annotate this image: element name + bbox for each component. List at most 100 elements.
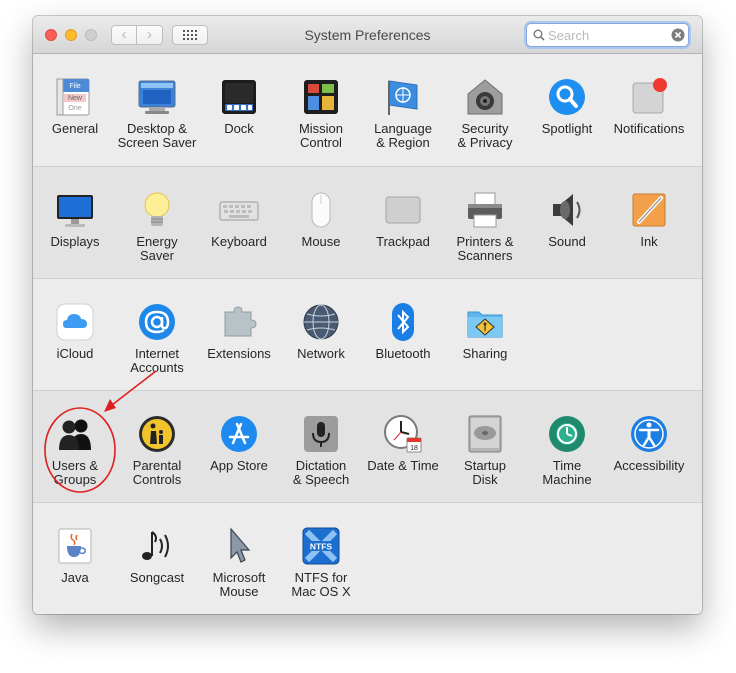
preferences-section-internet: iCloud Internet Accounts Extensions Netw… <box>33 279 702 391</box>
pref-trackpad[interactable]: Trackpad <box>362 167 444 278</box>
mission-control-icon <box>301 77 341 117</box>
music-note-icon <box>137 526 177 566</box>
clear-search-icon[interactable] <box>671 28 685 42</box>
pref-startup-disk[interactable]: Startup Disk <box>444 391 526 502</box>
pref-label: Ink <box>640 234 658 249</box>
pref-dock[interactable]: Dock <box>198 54 280 165</box>
pref-label: NTFS for Mac OS X <box>291 570 351 599</box>
bluetooth-icon <box>383 302 423 342</box>
pref-icloud[interactable]: iCloud <box>34 279 116 390</box>
preferences-section-other: Java Songcast Microsoft Mouse NTFS NTFS f… <box>33 503 702 614</box>
pref-mission-control[interactable]: Mission Control <box>280 54 362 165</box>
pref-label: Language & Region <box>374 121 432 150</box>
pref-app-store[interactable]: App Store <box>198 391 280 502</box>
pref-label: Time Machine <box>542 458 592 487</box>
pref-spotlight[interactable]: Spotlight <box>526 54 608 165</box>
pref-date-time[interactable]: 18 Date & Time <box>362 391 444 502</box>
pref-network[interactable]: Network <box>280 279 362 390</box>
pref-ink[interactable]: Ink <box>608 167 690 278</box>
speaker-icon <box>547 190 587 230</box>
keyboard-icon <box>219 190 259 230</box>
pref-language-region[interactable]: Language & Region <box>362 54 444 165</box>
desktop-icon <box>137 77 177 117</box>
magnifier-icon <box>547 77 587 117</box>
pref-label: Trackpad <box>376 234 430 249</box>
ntfs-for-mac-icon-text-0: NTFS <box>310 542 333 552</box>
microphone-icon <box>301 414 341 454</box>
printer-icon <box>465 190 505 230</box>
general-icon-text-0: File <box>69 83 80 90</box>
dock-icon <box>219 77 259 117</box>
pref-label: Spotlight <box>541 121 593 136</box>
general-icon: File New One <box>55 77 95 117</box>
app-store-icon <box>219 414 259 454</box>
pref-desktop-screen-saver[interactable]: Desktop & Screen Saver <box>116 54 198 165</box>
hard-disk-icon <box>465 414 505 454</box>
pref-notifications[interactable]: Notifications <box>608 54 690 165</box>
cursor-arrow-icon <box>219 526 259 566</box>
pref-label: Notifications <box>613 121 685 136</box>
pref-bluetooth[interactable]: Bluetooth <box>362 279 444 390</box>
pref-mouse[interactable]: Mouse <box>280 167 362 278</box>
pref-parental-controls[interactable]: Parental Controls <box>116 391 198 502</box>
mouse-icon <box>301 190 341 230</box>
pref-energy-saver[interactable]: Energy Saver <box>116 167 198 278</box>
pref-accessibility[interactable]: Accessibility <box>608 391 690 502</box>
pref-label: Keyboard <box>211 234 267 249</box>
house-safe-icon <box>465 77 505 117</box>
pref-label: Internet Accounts <box>130 346 184 375</box>
pref-extensions[interactable]: Extensions <box>198 279 280 390</box>
pref-label: Mission Control <box>298 121 344 150</box>
pref-ntfs-for-mac[interactable]: NTFS NTFS for Mac OS X <box>280 503 362 614</box>
pref-label: Microsoft Mouse <box>212 570 266 599</box>
general-icon-text-1: New <box>68 95 83 102</box>
pref-label: Dock <box>224 121 254 136</box>
pref-displays[interactable]: Displays <box>34 167 116 278</box>
title-bar: ‹ › System Preferences <box>33 16 702 54</box>
pref-label: Songcast <box>129 570 185 585</box>
pref-sharing[interactable]: Sharing <box>444 279 526 390</box>
pref-internet-accounts[interactable]: Internet Accounts <box>116 279 198 390</box>
pref-label: Energy Saver <box>136 234 178 263</box>
at-sign-icon <box>137 302 177 342</box>
globe-icon <box>301 302 341 342</box>
puzzle-piece-icon <box>219 302 259 342</box>
search-field[interactable] <box>526 23 689 47</box>
pref-microsoft-mouse[interactable]: Microsoft Mouse <box>198 503 280 614</box>
cloud-icon <box>55 302 95 342</box>
shared-folder-icon <box>465 302 505 342</box>
preferences-section-personal: File New One General Desktop & Screen Sav… <box>33 54 702 167</box>
pref-label: Bluetooth <box>375 346 431 361</box>
search-input[interactable] <box>548 26 666 44</box>
pref-java[interactable]: Java <box>34 503 116 614</box>
pref-dictation-speech[interactable]: Dictation & Speech <box>280 391 362 502</box>
pref-label: Security & Privacy <box>457 121 513 150</box>
pref-time-machine[interactable]: Time Machine <box>526 391 608 502</box>
preferences-section-system: Users & Groups Parental Controls App Sto… <box>33 391 702 503</box>
time-machine-icon <box>547 414 587 454</box>
parental-sign-icon <box>137 414 177 454</box>
pref-printers-scanners[interactable]: Printers & Scanners <box>444 167 526 278</box>
search-icon <box>533 29 545 41</box>
pref-users-groups[interactable]: Users & Groups <box>34 391 116 502</box>
pref-label: Displays <box>50 234 100 249</box>
date-time-icon-text-0: 18 <box>410 445 418 452</box>
monitor-icon <box>55 190 95 230</box>
java-cup-icon <box>55 526 95 566</box>
clock-calendar-icon: 18 <box>383 414 423 454</box>
pref-label: Network <box>297 346 345 361</box>
pref-label: Dictation & Speech <box>292 458 350 487</box>
pref-sound[interactable]: Sound <box>526 167 608 278</box>
pref-label: Parental Controls <box>132 458 182 487</box>
pref-general[interactable]: File New One General <box>34 54 116 165</box>
pref-label: Accessibility <box>613 458 685 473</box>
pref-songcast[interactable]: Songcast <box>116 503 198 614</box>
pref-security-privacy[interactable]: Security & Privacy <box>444 54 526 165</box>
pref-label: Mouse <box>301 234 341 249</box>
pref-label: Users & Groups <box>51 458 99 487</box>
preferences-section-hardware: Displays Energy Saver Keyboard Mouse Tra… <box>33 167 702 279</box>
pref-label: Extensions <box>207 346 271 361</box>
pen-tablet-icon <box>629 190 669 230</box>
pref-label: Sharing <box>462 346 508 361</box>
pref-keyboard[interactable]: Keyboard <box>198 167 280 278</box>
